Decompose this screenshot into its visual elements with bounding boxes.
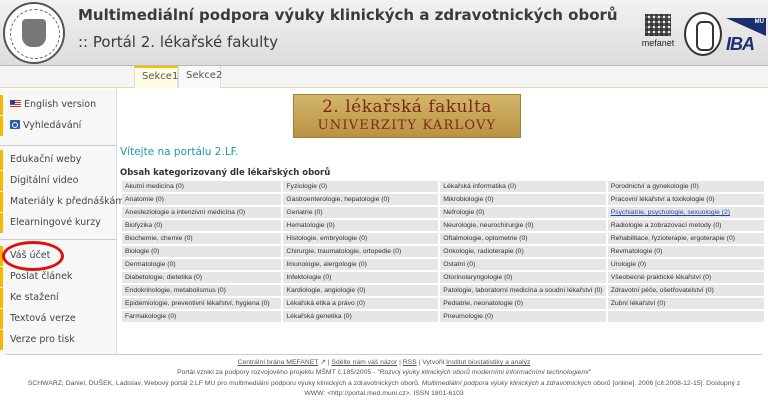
- category-cell[interactable]: Lékařská etika a právo (0): [283, 298, 439, 309]
- sidebar-item-ke-stazeni[interactable]: Ke stažení: [0, 288, 117, 308]
- category-cell[interactable]: Akutní medicína (0): [122, 181, 282, 192]
- category-cell[interactable]: Revmatologie (0): [607, 246, 764, 257]
- category-cell[interactable]: Neurologie, neurochirurgie (0): [440, 220, 606, 231]
- category-cell[interactable]: Rehabilitace, fyzioterapie, ergoterapie …: [607, 233, 764, 244]
- category-cell[interactable]: Nefrologie (0): [440, 207, 606, 218]
- category-cell[interactable]: Zubní lékařství (0): [607, 298, 764, 309]
- table-row: Biochemie, chemie (0) Histologie, embryol…: [122, 233, 764, 244]
- category-cell[interactable]: Lékařská genetika (0): [283, 311, 439, 322]
- category-cell[interactable]: Farmakologie (0): [122, 311, 282, 322]
- table-row: Epidemiologie, preventivní lékařství, hy…: [122, 298, 764, 309]
- category-cell[interactable]: Otorinolaryngologie (0): [440, 272, 606, 283]
- category-cell[interactable]: Urologie (0): [607, 259, 764, 270]
- category-cell[interactable]: Mikrobiologie (0): [440, 194, 606, 205]
- sidebar-item-search[interactable]: Vyhledávání: [0, 116, 117, 136]
- welcome-heading: Vítejte na portálu 2.LF.: [120, 146, 239, 158]
- table-row: Biofyzika (0) Hematologie (0) Neurologie, …: [122, 220, 764, 231]
- footer-link-iba[interactable]: Institut biostatistiky a analýz: [446, 359, 530, 366]
- category-cell[interactable]: Endokrinologie, metabolismus (0): [122, 285, 282, 296]
- sidebar-item-english-version[interactable]: English version: [0, 95, 117, 115]
- sidebar-item-digitalni-video[interactable]: Digitální video: [0, 171, 117, 191]
- category-cell[interactable]: Histologie, embryologie (0): [283, 233, 439, 244]
- sidebar-item-poslat-clanek[interactable]: Poslat článek: [0, 267, 117, 287]
- university-seal-logo[interactable]: [3, 2, 65, 64]
- table-row: Farmakologie (0) Lékařská genetika (0) Pne…: [122, 311, 764, 322]
- site-subtitle: :: Portál 2. lékařské fakulty: [78, 33, 279, 51]
- sidebar-item-edukacni-weby[interactable]: Edukační weby: [0, 150, 117, 170]
- category-cell[interactable]: Lékařská informatika (0): [440, 181, 606, 192]
- table-row: Dermatologie (0) Imunologie, alergologie …: [122, 259, 764, 270]
- category-cell[interactable]: Kardiologie, angiologie (0): [283, 285, 439, 296]
- sidebar: English version Vyhledávání Edukační web…: [0, 89, 125, 354]
- category-table: Akutní medicína (0) Fyziologie (0) Lékařsk…: [120, 179, 766, 324]
- footer-citation: SCHWARZ, Daniel, DUŠEK, Ladislav. Webový…: [27, 380, 741, 387]
- category-cell[interactable]: Biofyzika (0): [122, 220, 282, 231]
- sidebar-item-elearning[interactable]: Elearningové kurzy: [0, 213, 117, 233]
- footer-support-note: Portál vznikl za podpory rozvojového pro…: [177, 369, 591, 376]
- category-cell[interactable]: Imunologie, alergologie (0): [283, 259, 439, 270]
- footer-divider: [6, 354, 762, 355]
- sidebar-divider: [0, 239, 117, 240]
- mefanet-logo[interactable]: mefanet: [636, 14, 680, 58]
- highlight-oval: [2, 241, 64, 271]
- category-cell[interactable]: Hematologie (0): [283, 220, 439, 231]
- category-cell[interactable]: Ostatní (0): [440, 259, 606, 270]
- category-cell[interactable]: Radiologie a zobrazovací metody (0): [607, 220, 764, 231]
- table-row: Biologie (0) Chirurgie, traumatologie, or…: [122, 246, 764, 257]
- category-cell[interactable]: Onkologie, radioterapie (0): [440, 246, 606, 257]
- table-row: Anesteziologie a intenzivní medicína (0)…: [122, 207, 764, 218]
- sidebar-item-materialy[interactable]: Materiály k přednáškám: [0, 192, 125, 212]
- footer-link-rss[interactable]: RSS: [403, 359, 417, 366]
- mefanet-dots-icon: [645, 14, 671, 36]
- sidebar-item-textova-verze[interactable]: Textová verze: [0, 309, 117, 329]
- external-link-icon: ↗: [320, 359, 326, 366]
- category-cell[interactable]: Pneumologie (0): [440, 311, 606, 322]
- category-cell: Psychiatrie, psychologie, sexuologie (2): [607, 207, 764, 218]
- category-cell[interactable]: Fyziologie (0): [283, 181, 439, 192]
- table-row: Anatomie (0) Gastroenterologie, hepatolog…: [122, 194, 764, 205]
- section-tabbar: Sekce1 Sekce2: [0, 66, 768, 88]
- category-cell[interactable]: Pracovní lékařství a toxikologie (0): [607, 194, 764, 205]
- sidebar-item-verze-pro-tisk[interactable]: Verze pro tisk: [0, 330, 117, 350]
- category-cell: [607, 311, 764, 322]
- category-cell[interactable]: Biologie (0): [122, 246, 282, 257]
- category-cell[interactable]: Porodnictví a gynekologie (0): [607, 181, 764, 192]
- site-title: Multimediální podpora výuky klinických a…: [78, 6, 618, 24]
- category-cell[interactable]: Pediatrie, neonatologie (0): [440, 298, 606, 309]
- table-row: Diabetologie, dietetika (0) Infektologie …: [122, 272, 764, 283]
- category-cell[interactable]: Geriatrie (0): [283, 207, 439, 218]
- tab-sekce2[interactable]: Sekce2: [178, 66, 222, 88]
- tab-sekce1[interactable]: Sekce1: [134, 66, 178, 88]
- footer-links: Centrální brána MEFANET ↗ | Sdělte nám v…: [237, 359, 531, 366]
- category-link[interactable]: Psychiatrie, psychologie, sexuologie (2): [611, 209, 730, 216]
- table-row: Akutní medicína (0) Fyziologie (0) Lékařsk…: [122, 181, 764, 192]
- sidebar-divider: [0, 145, 117, 146]
- search-icon: [10, 120, 20, 129]
- category-cell[interactable]: Patologie, laboratorní medicína a soudní…: [440, 285, 606, 296]
- category-cell[interactable]: Diabetologie, dietetika (0): [122, 272, 282, 283]
- footer-link-mefanet[interactable]: Centrální brána MEFANET: [238, 359, 319, 366]
- content-heading: Obsah kategorizovaný dle lékařských obor…: [120, 168, 331, 178]
- category-cell[interactable]: Anatomie (0): [122, 194, 282, 205]
- category-cell[interactable]: Anesteziologie a intenzivní medicína (0): [122, 207, 282, 218]
- category-cell[interactable]: Chirurgie, traumatologie, ortopedie (0): [283, 246, 439, 257]
- uk-flag-icon: [10, 100, 21, 108]
- footer-citation-url: WWW: <http://portal.med.muni.cz>. ISSN 1…: [304, 390, 464, 397]
- footer-link-feedback[interactable]: Sdělte nám váš názor: [331, 359, 397, 366]
- faculty-logo[interactable]: [684, 12, 722, 56]
- table-row: Endokrinologie, metabolismus (0) Kardiolo…: [122, 285, 764, 296]
- iba-logo[interactable]: MU IBA: [726, 18, 766, 60]
- header: Multimediální podpora výuky klinických a…: [0, 0, 768, 66]
- faculty-banner: 2. lékařská fakulta UNIVERZITY KARLOVY: [293, 94, 521, 138]
- category-cell[interactable]: Epidemiologie, preventivní lékařství, hy…: [122, 298, 282, 309]
- category-cell[interactable]: Oftalmologie, optometrie (0): [440, 233, 606, 244]
- category-cell[interactable]: Zdravotní péče, ošetřovatelství (0): [607, 285, 764, 296]
- category-cell[interactable]: Dermatologie (0): [122, 259, 282, 270]
- category-cell[interactable]: Infektologie (0): [283, 272, 439, 283]
- category-cell[interactable]: Biochemie, chemie (0): [122, 233, 282, 244]
- category-cell[interactable]: Všeobecné praktické lékařství (0): [607, 272, 764, 283]
- category-cell[interactable]: Gastroenterologie, hepatologie (0): [283, 194, 439, 205]
